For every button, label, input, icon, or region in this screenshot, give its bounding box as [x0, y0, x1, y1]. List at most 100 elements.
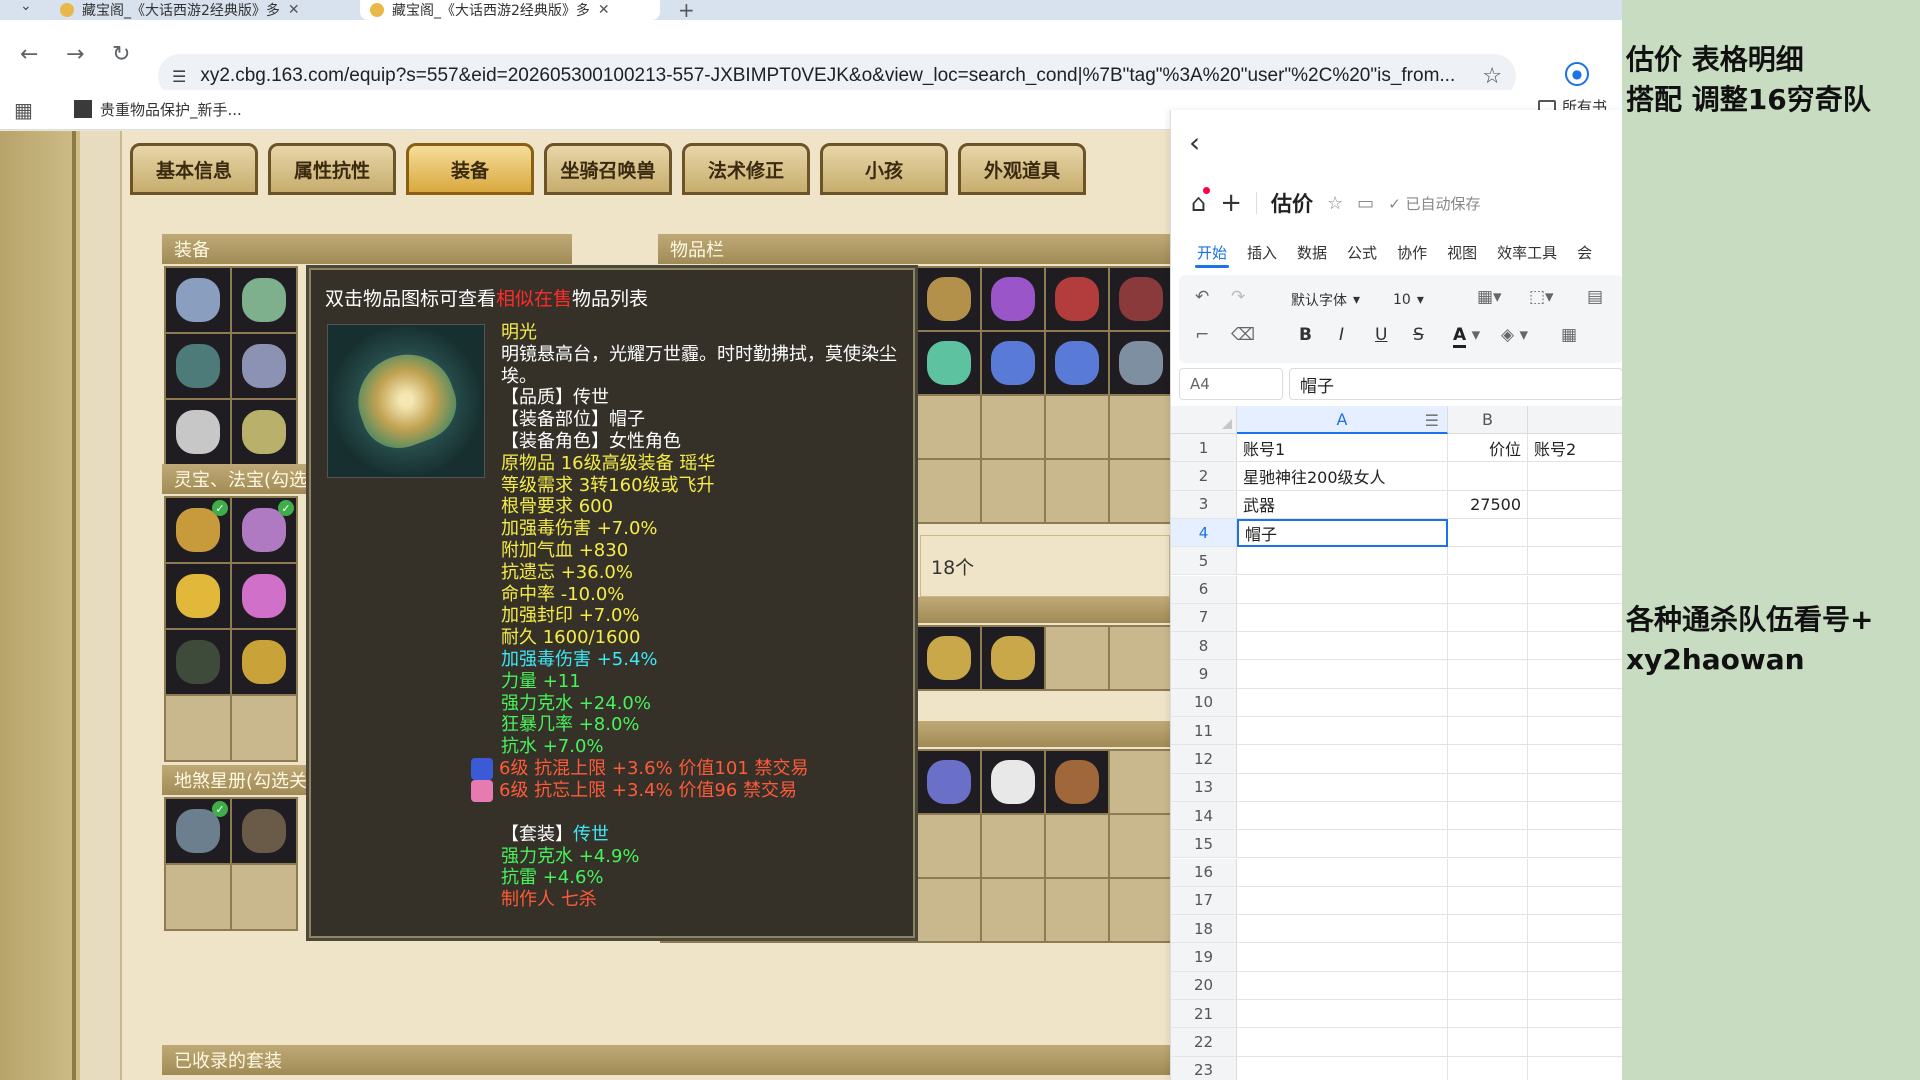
- redo-icon[interactable]: ↷: [1231, 287, 1245, 307]
- cell-a[interactable]: [1237, 745, 1448, 774]
- row-header[interactable]: 11: [1171, 717, 1237, 746]
- inventory-slot[interactable]: [1110, 332, 1172, 394]
- row-header[interactable]: 18: [1171, 915, 1237, 944]
- cell-a[interactable]: 帽子: [1237, 518, 1448, 548]
- cell-a[interactable]: [1237, 688, 1448, 717]
- disha-slot[interactable]: ✓: [166, 799, 230, 863]
- inventory-slot[interactable]: [1110, 627, 1172, 689]
- row-header[interactable]: 3: [1171, 490, 1237, 519]
- filter-icon[interactable]: ☰: [1425, 411, 1439, 430]
- underline-icon[interactable]: U: [1375, 325, 1387, 345]
- cell-b[interactable]: [1448, 1056, 1528, 1080]
- equip-slot[interactable]: [232, 268, 296, 332]
- lingbao-slot[interactable]: [232, 564, 296, 628]
- column-header-c[interactable]: [1528, 406, 1622, 434]
- item-image[interactable]: [327, 324, 485, 478]
- row-header[interactable]: 20: [1171, 971, 1237, 1000]
- eraser-icon[interactable]: ⌫: [1231, 325, 1255, 345]
- italic-icon[interactable]: I: [1339, 325, 1344, 345]
- cell-c[interactable]: [1528, 915, 1622, 944]
- menu-collab[interactable]: 协作: [1387, 234, 1437, 270]
- cell-c[interactable]: [1528, 830, 1622, 859]
- cell-b[interactable]: 27500: [1448, 490, 1528, 519]
- browser-tab-2[interactable]: 藏宝阁_《大话西游2经典版》多 ✕: [360, 0, 660, 20]
- font-color-icon[interactable]: A ▾: [1453, 325, 1480, 348]
- cell-c[interactable]: [1528, 604, 1622, 633]
- empty-slot[interactable]: [166, 696, 230, 760]
- equip-slot[interactable]: [166, 334, 230, 398]
- lingbao-slot[interactable]: [166, 630, 230, 694]
- lingbao-slot[interactable]: [166, 564, 230, 628]
- cell-c[interactable]: [1528, 547, 1622, 576]
- row-header[interactable]: 19: [1171, 943, 1237, 972]
- cell-a[interactable]: [1237, 971, 1448, 1000]
- empty-slot[interactable]: [166, 865, 230, 929]
- cell-a[interactable]: [1237, 603, 1448, 633]
- cell-b[interactable]: [1448, 915, 1528, 944]
- cell-c[interactable]: 账号2: [1528, 434, 1622, 463]
- menu-data[interactable]: 数据: [1287, 234, 1337, 270]
- inventory-slot[interactable]: [982, 460, 1044, 522]
- row-header[interactable]: 9: [1171, 660, 1237, 689]
- tab-appearance[interactable]: 外观道具: [958, 143, 1086, 195]
- row-header[interactable]: 4: [1171, 518, 1237, 548]
- row-header[interactable]: 1: [1171, 434, 1237, 463]
- inventory-slot[interactable]: [982, 396, 1044, 458]
- tab-attributes[interactable]: 属性抗性: [268, 143, 396, 195]
- cell-c[interactable]: [1528, 859, 1622, 887]
- cell-c[interactable]: [1528, 774, 1622, 802]
- inventory-slot[interactable]: [1110, 879, 1172, 941]
- cell-c[interactable]: [1528, 887, 1622, 916]
- cell-b[interactable]: [1448, 660, 1528, 689]
- cell-b[interactable]: [1448, 462, 1528, 491]
- menu-insert[interactable]: 插入: [1237, 234, 1287, 270]
- new-tab-icon[interactable]: +: [678, 0, 695, 22]
- cell-b[interactable]: [1448, 717, 1528, 746]
- cell-b[interactable]: [1448, 943, 1528, 972]
- site-settings-icon[interactable]: ☰: [172, 67, 186, 86]
- cell-c[interactable]: [1528, 1057, 1622, 1080]
- cell-c[interactable]: [1528, 802, 1622, 831]
- cell-a[interactable]: [1237, 858, 1448, 887]
- browser-tab-1[interactable]: 藏宝阁_《大话西游2经典版》多 ✕: [50, 0, 350, 20]
- lingbao-slot[interactable]: ✓: [166, 498, 230, 562]
- inventory-slot[interactable]: [1110, 268, 1172, 330]
- cell-c[interactable]: [1528, 745, 1622, 774]
- disha-slot[interactable]: [232, 799, 296, 863]
- empty-slot[interactable]: [232, 865, 296, 929]
- cell-b[interactable]: [1448, 745, 1528, 774]
- equip-slot[interactable]: [232, 400, 296, 464]
- cell-c[interactable]: [1528, 1028, 1622, 1057]
- inventory-slot[interactable]: [1046, 460, 1108, 522]
- inventory-slot[interactable]: [1110, 751, 1172, 813]
- reload-icon[interactable]: ↻: [112, 42, 130, 67]
- inventory-slot[interactable]: [918, 627, 980, 689]
- menu-efficiency[interactable]: 效率工具: [1487, 234, 1567, 270]
- cell-c[interactable]: [1528, 576, 1622, 604]
- cell-b[interactable]: [1448, 688, 1528, 717]
- fill-color-icon[interactable]: ◈ ▾: [1501, 325, 1528, 345]
- row-header[interactable]: 16: [1171, 858, 1237, 887]
- inventory-slot[interactable]: [918, 815, 980, 877]
- cell-a[interactable]: [1237, 915, 1448, 944]
- add-icon[interactable]: +: [1220, 188, 1242, 218]
- bookmark-item[interactable]: 贵重物品保护_新手...: [74, 96, 242, 122]
- menu-start[interactable]: 开始: [1187, 234, 1237, 270]
- apps-grid-icon[interactable]: ▦: [14, 98, 33, 122]
- close-tab-icon[interactable]: ✕: [288, 2, 300, 18]
- empty-slot[interactable]: [232, 696, 296, 760]
- inventory-slot[interactable]: [918, 879, 980, 941]
- tab-children[interactable]: 小孩: [820, 143, 948, 195]
- tab-spell-correction[interactable]: 法术修正: [682, 143, 810, 195]
- cell-b[interactable]: [1448, 886, 1528, 916]
- folder-icon[interactable]: ▭: [1357, 193, 1374, 214]
- cell-b[interactable]: [1448, 858, 1528, 887]
- column-header-b[interactable]: B: [1448, 406, 1528, 434]
- inventory-slot[interactable]: [1046, 815, 1108, 877]
- tab-search-icon[interactable]: ⌄: [20, 0, 32, 14]
- back-icon[interactable]: ←: [20, 42, 38, 67]
- cell-a[interactable]: 星驰神往200级女人: [1237, 462, 1448, 491]
- cell-b[interactable]: [1448, 801, 1528, 831]
- inventory-slot[interactable]: [1046, 332, 1108, 394]
- cell-b[interactable]: [1448, 1028, 1528, 1057]
